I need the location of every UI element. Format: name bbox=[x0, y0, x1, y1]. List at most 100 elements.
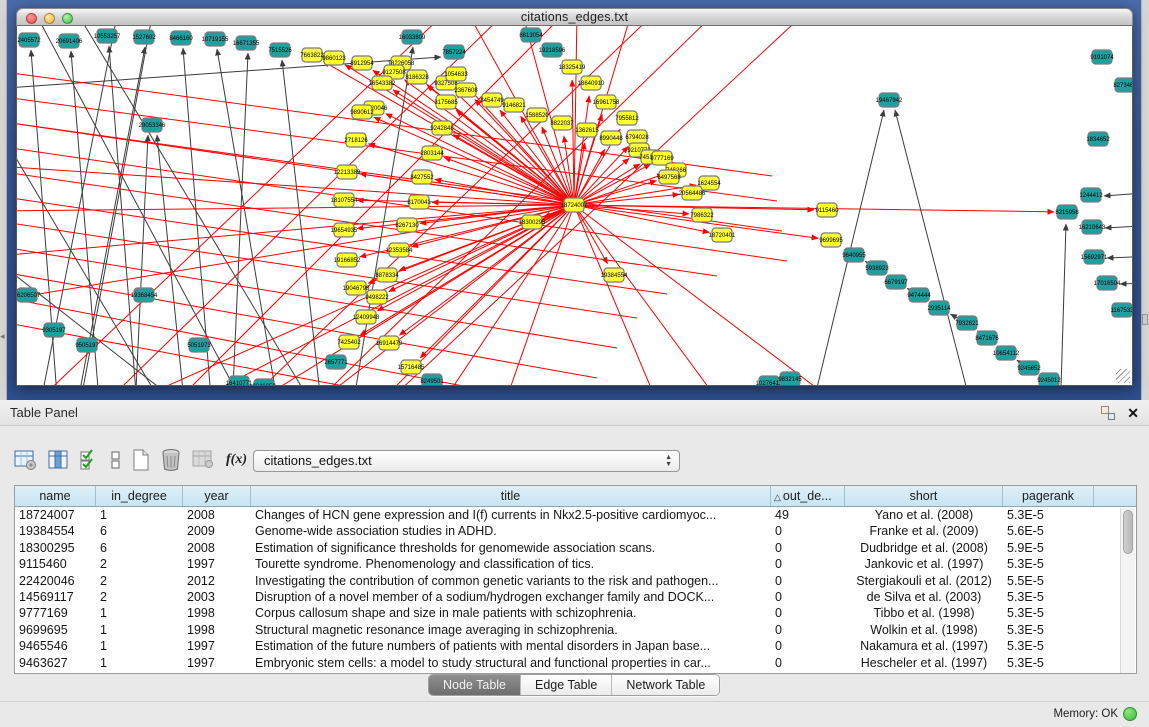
column-header-title[interactable]: title bbox=[251, 486, 771, 506]
table-row[interactable]: 1830029562008Estimation of significance … bbox=[15, 540, 1136, 556]
network-node[interactable]: 7425402 bbox=[337, 335, 361, 349]
network-node[interactable]: 16210643 bbox=[1079, 220, 1106, 234]
network-node[interactable]: 6679197 bbox=[884, 275, 908, 289]
network-node[interactable]: 9474444 bbox=[907, 288, 931, 302]
network-node[interactable]: 9146821 bbox=[502, 98, 526, 112]
network-node[interactable]: 2367608 bbox=[454, 83, 478, 97]
collapse-left-arrow-icon[interactable]: ◂ bbox=[0, 331, 5, 342]
network-node[interactable]: 8215958 bbox=[1055, 205, 1079, 219]
network-node[interactable]: 8912954 bbox=[350, 56, 374, 70]
delete-column-button[interactable] bbox=[160, 448, 182, 472]
network-node[interactable]: 1527602 bbox=[132, 30, 156, 44]
network-node[interactable]: 16961758 bbox=[593, 95, 620, 109]
network-node[interactable]: 15716485 bbox=[398, 360, 425, 374]
network-node[interactable]: 18325419 bbox=[559, 60, 586, 74]
network-node[interactable]: 2803144 bbox=[420, 146, 444, 160]
network-node[interactable]: 7857224 bbox=[442, 45, 466, 59]
network-node[interactable]: 16410771 bbox=[226, 376, 253, 386]
network-node[interactable]: 12409948 bbox=[353, 310, 380, 324]
network-node[interactable]: 9505197 bbox=[75, 338, 99, 352]
network-node[interactable]: 8249501 bbox=[420, 374, 444, 386]
network-node[interactable]: 9699695 bbox=[819, 233, 843, 247]
network-node[interactable]: 8466160 bbox=[169, 31, 193, 45]
network-node[interactable]: 1167533 bbox=[1111, 303, 1132, 317]
column-header-in_degree[interactable]: in_degree bbox=[96, 486, 183, 506]
network-node[interactable]: 1244412 bbox=[1079, 188, 1103, 202]
scrollbar-thumb[interactable] bbox=[1123, 510, 1133, 554]
network-node[interactable]: 9860123 bbox=[322, 51, 346, 65]
table-row[interactable]: 911546021997Tourette syndrome. Phenomeno… bbox=[15, 556, 1136, 572]
network-node[interactable]: 1054633 bbox=[444, 67, 468, 81]
network-canvas[interactable]: 18724007 2405572 20691406 10553257 15276… bbox=[16, 26, 1133, 386]
network-node[interactable]: 16033809 bbox=[399, 30, 426, 44]
column-header-pagerank[interactable]: pagerank bbox=[1003, 486, 1094, 506]
node-table[interactable]: namein_degreeyeartitle△out_de...shortpag… bbox=[14, 485, 1137, 674]
column-header-short[interactable]: short bbox=[845, 486, 1003, 506]
column-header-name[interactable]: name bbox=[15, 486, 96, 506]
network-node[interactable]: 18724007 bbox=[561, 198, 588, 212]
network-view-window[interactable]: citations_edges.txt 18724007 2405572 206… bbox=[16, 8, 1133, 386]
network-node[interactable]: 12353584 bbox=[386, 243, 413, 257]
network-node[interactable]: 9245012 bbox=[1037, 373, 1061, 386]
close-icon[interactable]: ✕ bbox=[1127, 400, 1139, 426]
network-node[interactable]: 16543382 bbox=[369, 76, 396, 90]
network-node[interactable]: 5938923 bbox=[865, 261, 889, 275]
network-node[interactable]: 19467942 bbox=[876, 93, 903, 107]
column-header-year[interactable]: year bbox=[183, 486, 251, 506]
network-node[interactable]: 9305197 bbox=[42, 323, 66, 337]
network-node[interactable]: 18107554 bbox=[331, 193, 358, 207]
network-node[interactable]: 6497568 bbox=[657, 170, 681, 184]
network-node[interactable]: 2935114 bbox=[928, 301, 952, 315]
network-node[interactable]: 9832145 bbox=[778, 372, 802, 386]
network-node[interactable]: 17016504 bbox=[1094, 276, 1121, 290]
network-node[interactable]: 10553257 bbox=[94, 29, 121, 43]
network-node[interactable]: 10654112 bbox=[993, 346, 1020, 360]
network-node[interactable]: 16671355 bbox=[233, 36, 260, 50]
window-titlebar[interactable]: citations_edges.txt bbox=[16, 8, 1133, 26]
network-node[interactable]: 8186328 bbox=[405, 70, 429, 84]
network-graph[interactable]: 18724007 2405572 20691406 10553257 15276… bbox=[17, 26, 1132, 386]
network-node[interactable]: 18640910 bbox=[578, 76, 605, 90]
network-node[interactable]: 8273462 bbox=[1113, 78, 1132, 92]
resize-grip-icon[interactable] bbox=[1116, 369, 1130, 383]
network-node[interactable]: 8822037 bbox=[550, 116, 574, 130]
network-node[interactable]: 2405572 bbox=[17, 33, 41, 47]
column-header-out_de[interactable]: △out_de... bbox=[771, 486, 845, 506]
network-node[interactable]: 19368454 bbox=[131, 288, 158, 302]
network-node[interactable]: 9191074 bbox=[1090, 50, 1114, 64]
network-node[interactable]: 9498222 bbox=[365, 290, 389, 304]
network-node[interactable]: 19218596 bbox=[539, 43, 566, 57]
network-node[interactable]: 20691406 bbox=[56, 34, 83, 48]
network-node[interactable]: 9242848 bbox=[430, 121, 454, 135]
table-row[interactable]: 977716911998Corpus callosum shape and si… bbox=[15, 605, 1136, 621]
network-node[interactable]: 7986322 bbox=[690, 208, 714, 222]
row-options-button[interactable] bbox=[110, 449, 122, 471]
network-node[interactable]: 2718126 bbox=[344, 133, 368, 147]
network-node[interactable]: 9890612 bbox=[350, 105, 374, 119]
network-node[interactable]: 20564486 bbox=[679, 186, 706, 200]
collapse-right-handle[interactable] bbox=[1142, 314, 1148, 325]
network-node[interactable]: 8471676 bbox=[975, 331, 999, 345]
network-node[interactable]: 10719155 bbox=[202, 32, 229, 46]
network-node[interactable]: 18300295 bbox=[519, 215, 546, 229]
table-row[interactable]: 2242004622012Investigating the contribut… bbox=[15, 573, 1136, 589]
network-node[interactable]: 19166852 bbox=[334, 253, 361, 267]
network-node[interactable]: 19384554 bbox=[601, 268, 628, 282]
table-row[interactable]: 1456911722003Disruption of a novel membe… bbox=[15, 589, 1136, 605]
network-node[interactable]: 7515526 bbox=[268, 43, 292, 57]
network-node[interactable]: 8990448 bbox=[599, 131, 623, 145]
tab-edge-table[interactable]: Edge Table bbox=[521, 675, 612, 695]
network-node[interactable]: 7663822 bbox=[300, 48, 324, 62]
network-node[interactable]: 26206507 bbox=[17, 288, 41, 302]
show-column-button[interactable] bbox=[48, 449, 70, 471]
network-node[interactable]: 19046798 bbox=[343, 281, 370, 295]
network-node[interactable]: 19654935 bbox=[331, 223, 358, 237]
network-node[interactable]: 9115460 bbox=[816, 203, 840, 217]
network-node[interactable]: 8878334 bbox=[375, 268, 399, 282]
table-row[interactable]: 1872400712008Changes of HCN gene express… bbox=[15, 507, 1136, 523]
table-row[interactable]: 946362711997Embryonic stem cells: a mode… bbox=[15, 655, 1136, 671]
function-builder-button[interactable]: f(x) bbox=[226, 452, 247, 468]
select-columns-button[interactable] bbox=[80, 449, 100, 471]
table-vertical-scrollbar[interactable] bbox=[1120, 508, 1135, 673]
table-mode-button[interactable] bbox=[14, 449, 38, 471]
